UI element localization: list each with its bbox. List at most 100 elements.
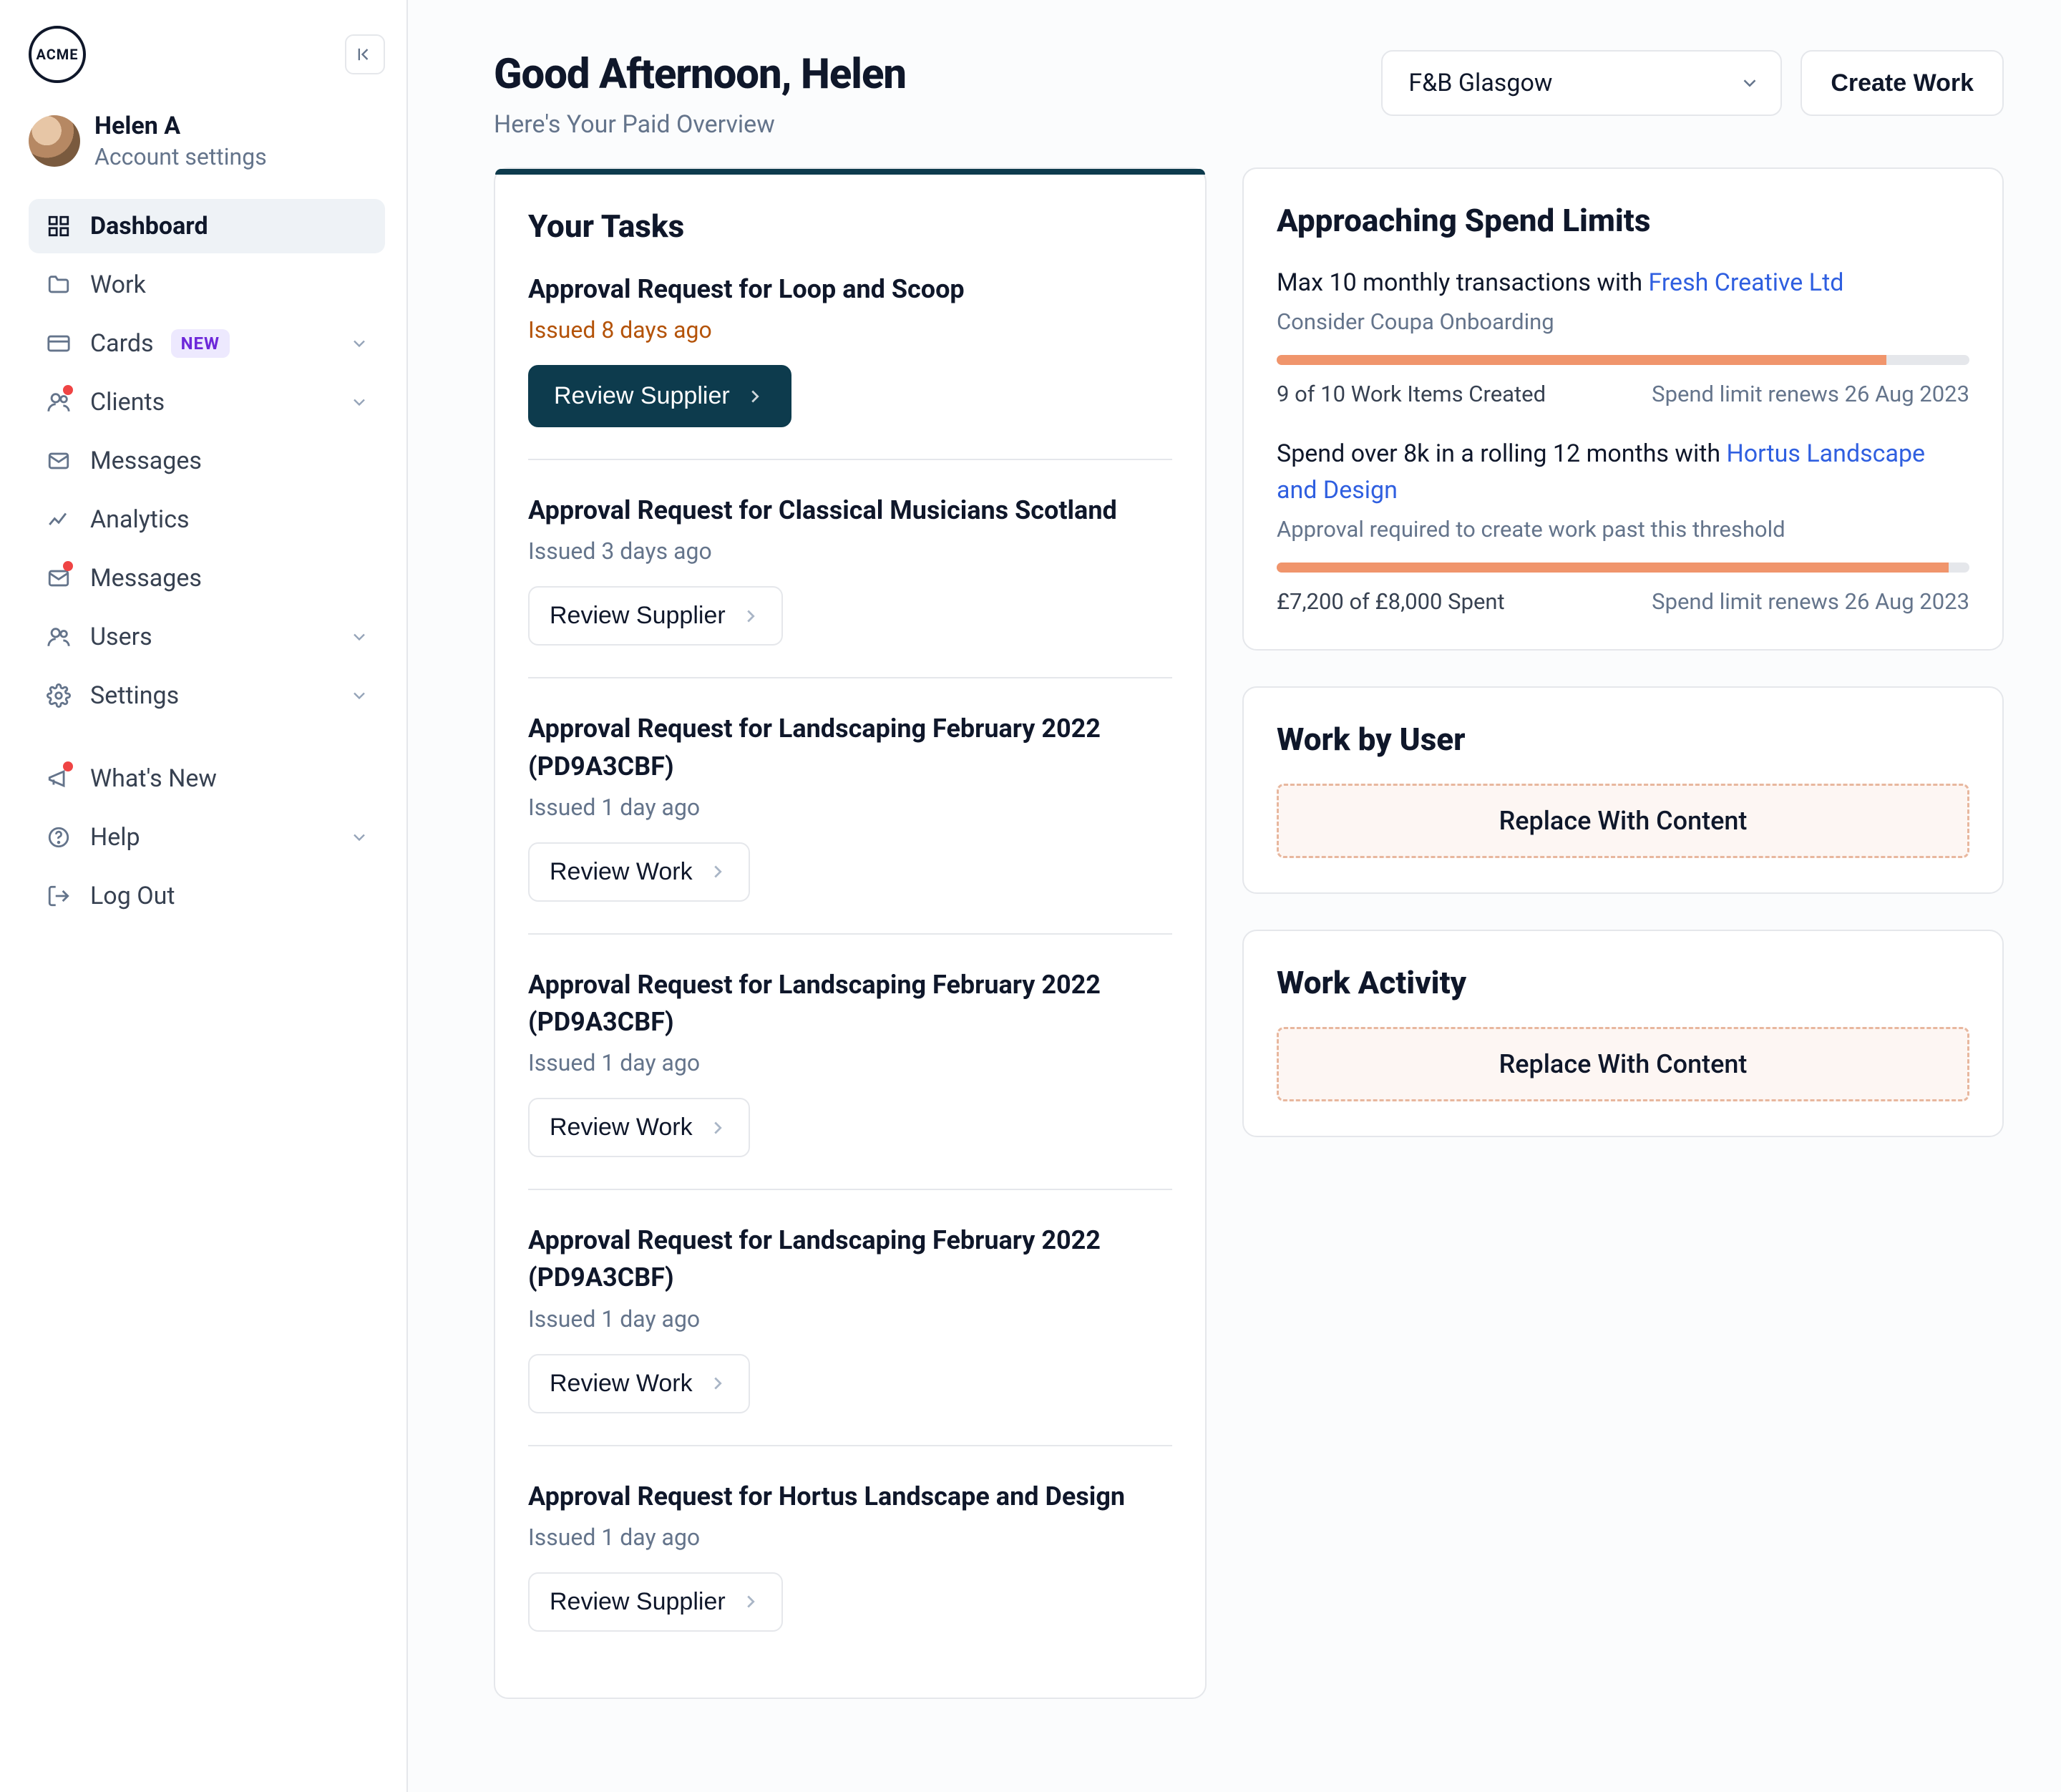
nav-label: Messages [90, 447, 202, 475]
task-title: Approval Request for Loop and Scoop [528, 271, 1172, 308]
notification-dot-icon [63, 385, 73, 395]
gear-icon [44, 683, 73, 708]
nav-clients[interactable]: Clients [29, 375, 385, 429]
nav-label: Users [90, 623, 152, 651]
supplier-link[interactable]: Hortus Landscape and Design [1277, 439, 1925, 505]
nav-help[interactable]: Help [29, 810, 385, 865]
limit-renew-text: Spend limit renews 26 Aug 2023 [1652, 588, 1969, 615]
profile-subtitle: Account settings [94, 143, 267, 170]
task-action-label: Review Work [550, 858, 693, 886]
task-title: Approval Request for Classical Musicians… [528, 492, 1172, 529]
chevron-down-icon [1739, 72, 1760, 94]
limit-footer: £7,200 of £8,000 Spent Spend limit renews… [1277, 588, 1969, 615]
spend-limits-card: Approaching Spend Limits Max 10 monthly … [1242, 167, 2004, 651]
nav-label: What's New [90, 764, 217, 793]
task-action-label: Review Work [550, 1114, 693, 1141]
task-actions: Review Supplier [528, 1572, 1172, 1632]
nav-work[interactable]: Work [29, 258, 385, 312]
header-actions: F&B Glasgow Create Work [1381, 50, 2004, 116]
limit-progress-text: £7,200 of £8,000 Spent [1277, 588, 1505, 615]
chevron-right-icon [707, 1117, 729, 1139]
task-actions: Review Work [528, 1354, 1172, 1413]
limits-list: Max 10 monthly transactions with Fresh C… [1277, 265, 1969, 615]
nav-label: Log Out [90, 882, 175, 910]
users-icon [44, 625, 73, 649]
chevron-down-icon [349, 392, 369, 412]
task-meta: Issued 8 days ago [528, 316, 1172, 344]
task-action-label: Review Supplier [554, 382, 730, 410]
nav-label: Work [90, 271, 146, 299]
nav-label: Clients [90, 388, 165, 417]
task-meta: Issued 1 day ago [528, 1524, 1172, 1551]
task-action-button[interactable]: Review Work [528, 1098, 750, 1157]
limit-progress-text: 9 of 10 Work Items Created [1277, 381, 1546, 407]
collapse-sidebar-button[interactable] [345, 34, 385, 74]
profile-name: Helen A [94, 112, 267, 140]
task-item: Approval Request for Landscaping Februar… [528, 933, 1172, 1189]
task-meta: Issued 1 day ago [528, 1305, 1172, 1333]
nav-analytics[interactable]: Analytics [29, 492, 385, 547]
notification-dot-icon [63, 561, 73, 571]
supplier-link[interactable]: Fresh Creative Ltd [1648, 268, 1843, 297]
chevron-down-icon [349, 627, 369, 647]
work-activity-title: Work Activity [1277, 964, 1969, 1001]
limit-title: Max 10 monthly transactions with Fresh C… [1277, 265, 1969, 301]
progress-bar [1277, 355, 1969, 365]
nav-label: Settings [90, 681, 179, 710]
notification-dot-icon [63, 761, 73, 771]
nav-whats-new[interactable]: What's New [29, 751, 385, 806]
create-work-button[interactable]: Create Work [1801, 50, 2004, 116]
nav-label: Messages [90, 564, 202, 593]
task-action-button[interactable]: Review Supplier [528, 586, 783, 646]
chevron-down-icon [349, 333, 369, 354]
chevron-right-icon [707, 861, 729, 882]
spend-limit-item: Spend over 8k in a rolling 12 months wit… [1277, 436, 1969, 615]
profile[interactable]: Helen A Account settings [29, 112, 385, 170]
task-action-button[interactable]: Review Work [528, 1354, 750, 1413]
page-header: Good Afternoon, Helen Here's Your Paid O… [494, 50, 2004, 139]
task-title: Approval Request for Hortus Landscape an… [528, 1478, 1172, 1515]
tasks-title: Your Tasks [528, 208, 1172, 245]
new-badge: NEW [171, 329, 230, 358]
page-subtitle: Here's Your Paid Overview [494, 110, 906, 139]
folder-icon [44, 273, 73, 297]
nav-messages[interactable]: Messages [29, 434, 385, 488]
nav-cards[interactable]: Cards NEW [29, 316, 385, 371]
sidebar: ACME Helen A Account settings Dashboard … [0, 0, 408, 1792]
nav-logout[interactable]: Log Out [29, 869, 385, 923]
nav-messages-2[interactable]: Messages [29, 551, 385, 605]
limit-subtitle: Consider Coupa Onboarding [1277, 308, 1969, 335]
chevron-right-icon [740, 1591, 761, 1612]
task-item: Approval Request for Landscaping Februar… [528, 1189, 1172, 1444]
task-actions: Review Work [528, 842, 1172, 902]
nav-settings[interactable]: Settings [29, 668, 385, 723]
task-title: Approval Request for Landscaping Februar… [528, 1222, 1172, 1296]
limit-footer: 9 of 10 Work Items Created Spend limit re… [1277, 381, 1969, 407]
task-item: Approval Request for Landscaping Februar… [528, 677, 1172, 932]
card-icon [44, 331, 73, 356]
work-activity-card: Work Activity Replace With Content [1242, 930, 2004, 1137]
spend-limits-title: Approaching Spend Limits [1277, 202, 1969, 239]
right-column: Approaching Spend Limits Max 10 monthly … [1242, 167, 2004, 1137]
work-by-user-title: Work by User [1277, 721, 1969, 758]
nav-label: Dashboard [90, 212, 208, 240]
task-action-button[interactable]: Review Supplier [528, 1572, 783, 1632]
task-actions: Review Supplier [528, 586, 1172, 646]
nav-label: Analytics [90, 505, 190, 534]
logout-icon [44, 884, 73, 908]
help-icon [44, 825, 73, 849]
main: Good Afternoon, Helen Here's Your Paid O… [408, 0, 2061, 1792]
tasks-list: Approval Request for Loop and Scoop Issue… [528, 271, 1172, 1663]
task-actions: Review Supplier [528, 365, 1172, 427]
limit-renew-text: Spend limit renews 26 Aug 2023 [1652, 381, 1969, 407]
task-action-label: Review Work [550, 1370, 693, 1398]
task-action-button[interactable]: Review Supplier [528, 365, 791, 427]
brand-logo[interactable]: ACME [29, 26, 86, 83]
org-select[interactable]: F&B Glasgow [1381, 50, 1782, 116]
task-action-button[interactable]: Review Work [528, 842, 750, 902]
nav-dashboard[interactable]: Dashboard [29, 199, 385, 253]
chevron-right-icon [740, 605, 761, 627]
nav-users[interactable]: Users [29, 610, 385, 664]
task-meta: Issued 3 days ago [528, 537, 1172, 565]
task-actions: Review Work [528, 1098, 1172, 1157]
